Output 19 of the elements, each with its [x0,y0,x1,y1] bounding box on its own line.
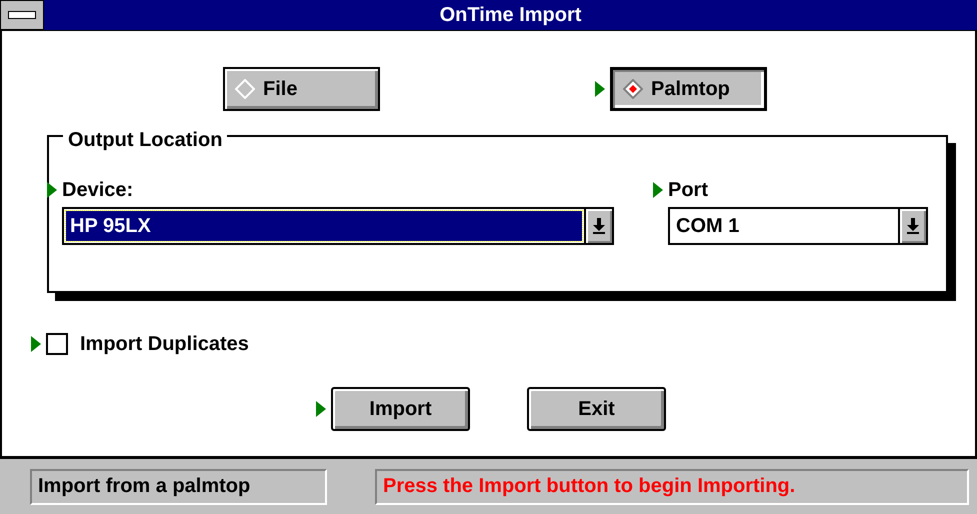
window-title: OnTime Import [438,2,582,28]
checkbox-label: Import Duplicates [80,332,249,356]
action-button[interactable]: Exit [527,387,666,431]
field-label: Port [668,178,708,202]
field-label: Device: [62,178,134,202]
checkbox[interactable] [46,333,68,355]
group-title: Output Location [63,129,228,151]
dropdown-arrow-icon [593,218,605,234]
dropdown-button[interactable] [898,209,926,243]
system-menu-button[interactable] [0,0,44,30]
dropdown-arrow-icon [907,218,919,234]
status-message: Press the Import button to begin Importing. [375,468,969,504]
status-mode: Import from a palmtop [30,468,327,504]
action-button[interactable]: Import [331,387,470,431]
dropdown-button[interactable] [584,209,612,243]
source-radio-button[interactable]: Palmtop [610,67,767,111]
source-radio-button[interactable]: File [223,67,380,111]
dropdown-field[interactable]: COM 1 [668,207,928,245]
dropdown-field[interactable]: HP 95LX [62,207,614,245]
